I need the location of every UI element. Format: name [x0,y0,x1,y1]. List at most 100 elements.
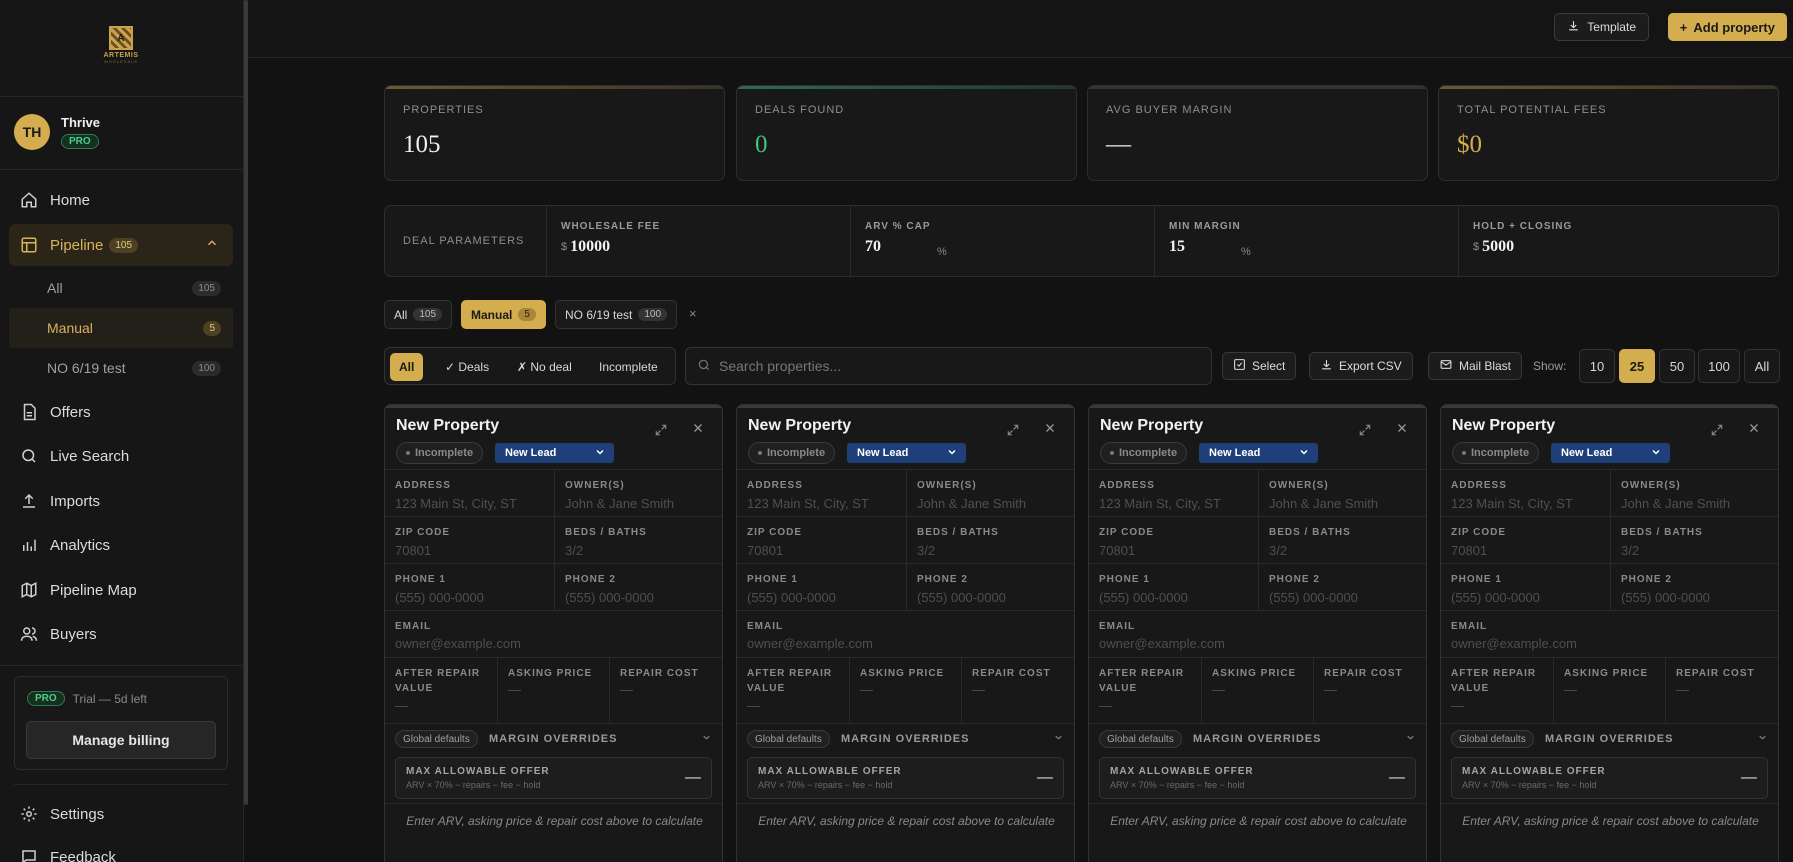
arv-field[interactable]: AFTER REPAIR VALUE — [385,657,497,723]
manage-billing-button[interactable]: Manage billing [26,721,216,759]
sidebar-item-settings[interactable]: Settings [9,795,233,833]
tab-no-619-test[interactable]: NO 6/19 test 100 [555,300,678,329]
arv-cap-param[interactable]: ARV % CAP 70 % [850,206,1154,278]
brand-logo[interactable]: A ARTEMIS WHOLESALE [100,26,142,70]
beds-baths-field[interactable]: BEDS / BATHS 3/2 [554,516,722,563]
zip-input[interactable]: 70801 [1099,543,1135,558]
repair-cost-field[interactable]: REPAIR COST — [1665,657,1778,723]
close-icon[interactable] [692,421,704,437]
beds-baths-input[interactable]: 3/2 [1269,543,1287,558]
mail-blast-button[interactable]: Mail Blast [1428,352,1523,380]
phone1-input[interactable]: (555) 000-0000 [1451,590,1540,605]
repair-cost-input[interactable]: — [972,682,985,697]
lead-status-select[interactable]: New Lead [1551,443,1670,463]
lead-status-select[interactable]: New Lead [847,443,966,463]
margin-overrides-toggle[interactable]: Global defaults MARGIN OVERRIDES [1441,723,1778,753]
export-csv-button[interactable]: Export CSV [1309,352,1413,380]
select-button[interactable]: Select [1222,352,1297,380]
phone2-input[interactable]: (555) 000-0000 [917,590,1006,605]
tab-manual[interactable]: Manual 5 [461,300,546,329]
sidebar-item-home[interactable]: Home [9,181,233,219]
property-card[interactable]: New Property Incomplete New Lead ADDRESS… [1440,404,1779,862]
property-card[interactable]: New Property Incomplete New Lead ADDRESS… [384,404,723,862]
owners-input[interactable]: John & Jane Smith [1269,496,1378,511]
phone2-field[interactable]: PHONE 2 (555) 000-0000 [1258,563,1426,610]
phone1-field[interactable]: PHONE 1 (555) 000-0000 [1441,563,1610,610]
filter-all-button[interactable]: All [390,353,424,381]
hold-closing-param[interactable]: HOLD + CLOSING $5000 [1458,206,1778,278]
property-card[interactable]: New Property Incomplete New Lead ADDRESS… [736,404,1075,862]
address-field[interactable]: ADDRESS 123 Main St, City, ST [737,469,906,516]
beds-baths-field[interactable]: BEDS / BATHS 3/2 [906,516,1074,563]
asking-price-input[interactable]: — [1212,682,1225,697]
sidebar-item-imports[interactable]: Imports [9,482,233,520]
repair-cost-input[interactable]: — [620,682,633,697]
address-input[interactable]: 123 Main St, City, ST [1451,496,1573,511]
email-input[interactable]: owner@example.com [747,636,873,651]
margin-overrides-toggle[interactable]: Global defaults MARGIN OVERRIDES [1089,723,1426,753]
close-icon[interactable] [1396,421,1408,437]
zip-field[interactable]: ZIP CODE 70801 [737,516,906,563]
sidebar-item-offers[interactable]: Offers [9,393,233,431]
close-icon[interactable] [1748,421,1760,437]
phone2-input[interactable]: (555) 000-0000 [1621,590,1710,605]
arv-field[interactable]: AFTER REPAIR VALUE — [1441,657,1553,723]
email-field[interactable]: EMAIL owner@example.com [1089,610,1426,657]
owners-field[interactable]: OWNER(S) John & Jane Smith [1258,469,1426,516]
wholesale-fee-param[interactable]: WHOLESALE FEE $10000 [546,206,850,278]
arv-input[interactable]: — [747,698,760,713]
sidebar-scrollbar[interactable] [244,0,248,805]
sidebar-item-buyers[interactable]: Buyers [9,615,233,653]
owners-field[interactable]: OWNER(S) John & Jane Smith [554,469,722,516]
address-field[interactable]: ADDRESS 123 Main St, City, ST [1441,469,1610,516]
owners-input[interactable]: John & Jane Smith [1621,496,1730,511]
phone1-input[interactable]: (555) 000-0000 [395,590,484,605]
expand-icon[interactable] [1006,423,1020,440]
filter-deals-button[interactable]: ✓ Deals [436,353,498,381]
repair-cost-input[interactable]: — [1676,682,1689,697]
min-margin-param[interactable]: MIN MARGIN 15 % [1154,206,1458,278]
repair-cost-input[interactable]: — [1324,682,1337,697]
email-input[interactable]: owner@example.com [1451,636,1577,651]
expand-icon[interactable] [1358,423,1372,440]
phone1-field[interactable]: PHONE 1 (555) 000-0000 [1089,563,1258,610]
lead-status-select[interactable]: New Lead [495,443,614,463]
asking-price-input[interactable]: — [508,682,521,697]
owners-field[interactable]: OWNER(S) John & Jane Smith [906,469,1074,516]
property-card[interactable]: New Property Incomplete New Lead ADDRESS… [1088,404,1427,862]
asking-price-field[interactable]: ASKING PRICE — [1553,657,1665,723]
page-size-25[interactable]: 25 [1619,349,1655,383]
asking-price-field[interactable]: ASKING PRICE — [497,657,609,723]
asking-price-field[interactable]: ASKING PRICE — [849,657,961,723]
email-field[interactable]: EMAIL owner@example.com [737,610,1074,657]
beds-baths-input[interactable]: 3/2 [565,543,583,558]
arv-input[interactable]: — [1451,698,1464,713]
phone1-input[interactable]: (555) 000-0000 [1099,590,1188,605]
phone2-field[interactable]: PHONE 2 (555) 000-0000 [906,563,1074,610]
address-input[interactable]: 123 Main St, City, ST [1099,496,1221,511]
user-profile[interactable]: TH Thrive PRO [14,114,100,150]
close-icon[interactable] [1044,421,1056,437]
filter-incomplete-button[interactable]: Incomplete [590,353,667,381]
expand-icon[interactable] [654,423,668,440]
email-input[interactable]: owner@example.com [1099,636,1225,651]
sidebar-item-analytics[interactable]: Analytics [9,526,233,564]
page-size-50[interactable]: 50 [1659,349,1695,383]
margin-overrides-toggle[interactable]: Global defaults MARGIN OVERRIDES [385,723,722,753]
arv-input[interactable]: — [1099,698,1112,713]
address-input[interactable]: 123 Main St, City, ST [395,496,517,511]
owners-input[interactable]: John & Jane Smith [565,496,674,511]
zip-field[interactable]: ZIP CODE 70801 [385,516,554,563]
sidebar-item-live-search[interactable]: Live Search [9,437,233,475]
address-input[interactable]: 123 Main St, City, ST [747,496,869,511]
sidebar-subitem-manual[interactable]: Manual 5 [9,308,233,348]
zip-input[interactable]: 70801 [747,543,783,558]
phone2-field[interactable]: PHONE 2 (555) 000-0000 [1610,563,1778,610]
min-margin-input[interactable]: 15 [1169,238,1185,256]
zip-input[interactable]: 70801 [395,543,431,558]
hold-closing-input[interactable]: 5000 [1482,238,1514,256]
arv-input[interactable]: — [395,698,408,713]
zip-field[interactable]: ZIP CODE 70801 [1441,516,1610,563]
page-size-100[interactable]: 100 [1698,349,1740,383]
phone2-input[interactable]: (555) 000-0000 [1269,590,1358,605]
